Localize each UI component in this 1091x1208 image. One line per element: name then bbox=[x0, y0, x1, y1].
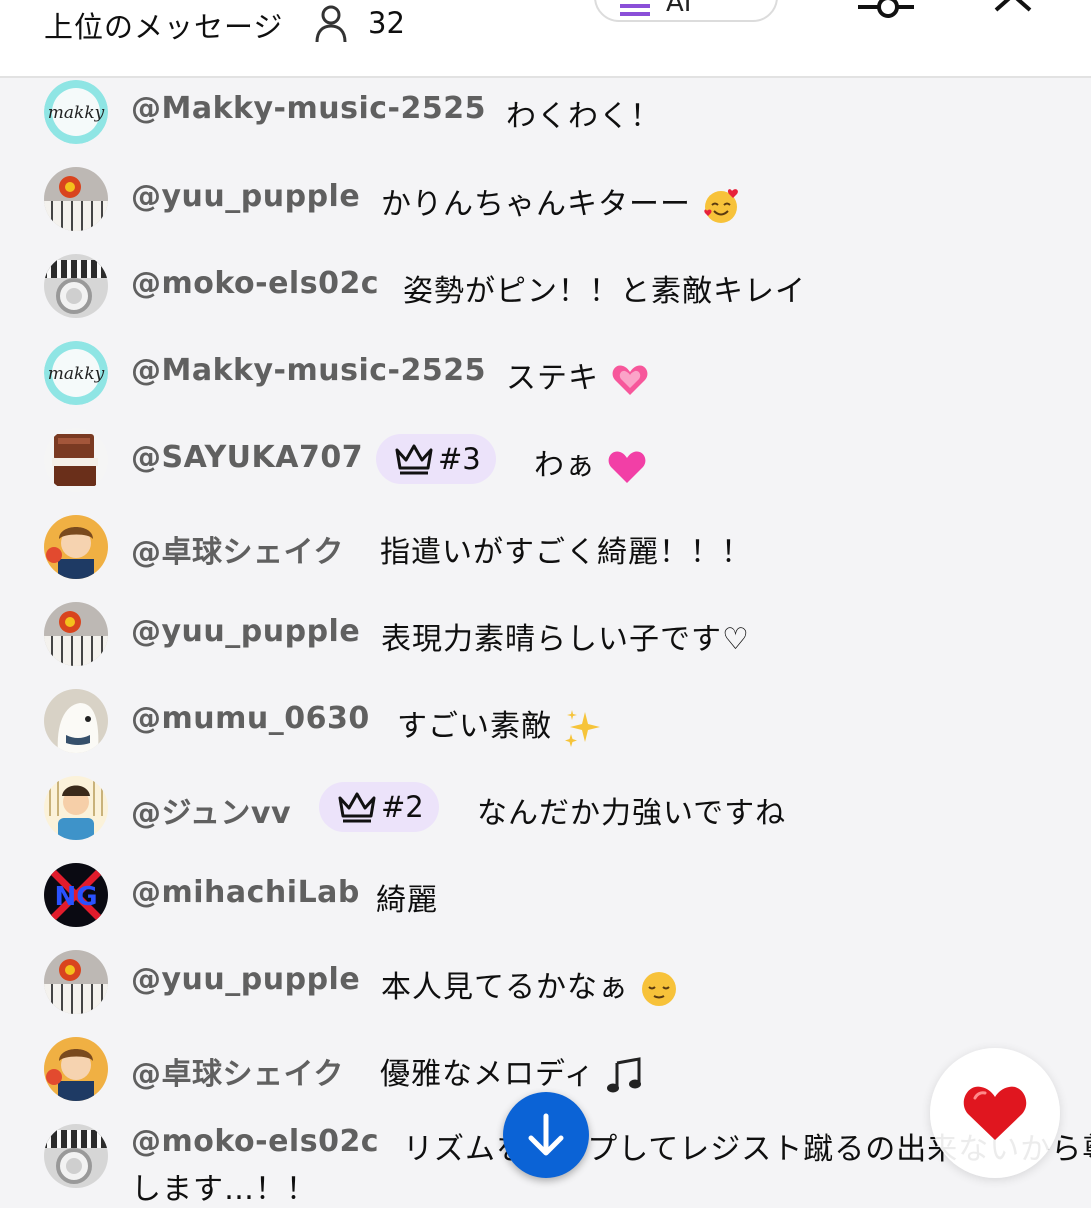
svg-text:makky: makky bbox=[48, 103, 105, 123]
avatar[interactable] bbox=[44, 254, 108, 318]
ai-lines-icon bbox=[620, 4, 650, 16]
message-text: 本人見てるかなぁ bbox=[381, 962, 678, 1008]
member-rank-badge: #2 bbox=[319, 782, 439, 832]
avatar[interactable]: makky bbox=[44, 80, 108, 144]
message-author[interactable]: @SAYUKA707 bbox=[131, 440, 363, 475]
relieved-face-icon bbox=[641, 971, 676, 1006]
message-text: ステキ bbox=[506, 353, 650, 399]
chat-message: makky @Makky-music-2525 わくわく！ bbox=[0, 80, 1091, 167]
message-author[interactable]: @mumu_0630 bbox=[131, 701, 370, 736]
message-author[interactable]: @yuu_pupple bbox=[131, 614, 360, 649]
avatar[interactable] bbox=[44, 1037, 108, 1101]
chat-message: @mumu_0630 すごい素敵 bbox=[0, 689, 1091, 776]
message-text: かりんちゃんキターー bbox=[381, 179, 740, 225]
message-author[interactable]: @ジュンvv bbox=[131, 788, 291, 832]
avatar[interactable] bbox=[44, 428, 108, 492]
growing-heart-icon bbox=[612, 364, 647, 395]
avatar[interactable] bbox=[44, 515, 108, 579]
arrow-down-icon bbox=[528, 1113, 564, 1156]
message-author[interactable]: @moko-els02c bbox=[131, 1124, 379, 1159]
message-text: 表現力素晴らしい子です♡ bbox=[381, 622, 750, 657]
pink-heart-icon bbox=[608, 450, 645, 483]
message-text: 姿勢がピン！！と素敵キレイ bbox=[403, 274, 806, 309]
person-icon bbox=[315, 5, 347, 43]
message-text-continued: します…！！ bbox=[131, 1172, 317, 1207]
avatar[interactable] bbox=[44, 689, 108, 753]
ai-summary-button[interactable]: AI bbox=[594, 0, 778, 22]
heart-reaction-button[interactable] bbox=[930, 1048, 1060, 1178]
member-rank-badge: #3 bbox=[376, 434, 496, 484]
message-text: 優雅なメロディ bbox=[380, 1049, 647, 1095]
smiling-face-with-hearts-icon bbox=[703, 188, 738, 223]
message-text: 綺麗 bbox=[376, 883, 438, 918]
ai-summary-label: AI bbox=[666, 0, 692, 18]
svg-text:NG: NG bbox=[54, 882, 97, 912]
message-author[interactable]: @Makky-music-2525 bbox=[131, 353, 486, 388]
avatar[interactable]: makky bbox=[44, 341, 108, 405]
message-author[interactable]: @moko-els02c bbox=[131, 266, 379, 301]
message-text: わぁ bbox=[534, 440, 647, 486]
chat-message: @SAYUKA707 #3 わぁ bbox=[0, 428, 1091, 515]
chat-message: @ジュンvv #2 なんだか力強いですね bbox=[0, 776, 1091, 863]
close-icon[interactable] bbox=[992, 0, 1036, 14]
message-author[interactable]: @卓球シェイク bbox=[131, 1049, 344, 1093]
message-author[interactable]: @Makky-music-2525 bbox=[131, 91, 486, 126]
musical-notes-icon bbox=[607, 1056, 642, 1092]
message-author[interactable]: @mihachiLab bbox=[131, 875, 360, 910]
crown-icon bbox=[395, 444, 433, 475]
sparkles-icon bbox=[564, 709, 600, 747]
svg-text:makky: makky bbox=[48, 364, 105, 384]
filter-icon[interactable] bbox=[856, 0, 916, 20]
chat-message: makky @Makky-music-2525 ステキ bbox=[0, 341, 1091, 428]
scroll-to-bottom-button[interactable] bbox=[503, 1092, 589, 1178]
crown-icon bbox=[338, 792, 376, 823]
chat-message: @moko-els02c 姿勢がピン！！と素敵キレイ bbox=[0, 254, 1091, 341]
avatar[interactable] bbox=[44, 602, 108, 666]
message-author[interactable]: @卓球シェイク bbox=[131, 527, 344, 571]
message-text: わくわく！ bbox=[506, 99, 661, 134]
message-text: 指遣いがすごく綺麗！！！ bbox=[380, 535, 752, 570]
chat-message: NG @mihachiLab 綺麗 bbox=[0, 863, 1091, 950]
message-text: すごい素敵 bbox=[397, 701, 603, 748]
avatar[interactable]: NG bbox=[44, 863, 108, 927]
chat-header: 上位のメッセージ 32 AI bbox=[0, 0, 1091, 78]
message-author[interactable]: @yuu_pupple bbox=[131, 962, 360, 997]
rank-label: #3 bbox=[438, 442, 481, 476]
chat-message: @yuu_pupple かりんちゃんキターー bbox=[0, 167, 1091, 254]
chat-message: @yuu_pupple 表現力素晴らしい子です♡ bbox=[0, 602, 1091, 689]
rank-label: #2 bbox=[381, 790, 424, 824]
avatar[interactable] bbox=[44, 1124, 108, 1188]
chat-message: @yuu_pupple 本人見てるかなぁ bbox=[0, 950, 1091, 1037]
chat-message: @卓球シェイク 指遣いがすごく綺麗！！！ bbox=[0, 515, 1091, 602]
avatar[interactable] bbox=[44, 776, 108, 840]
avatar[interactable] bbox=[44, 167, 108, 231]
message-text: なんだか力強いですね bbox=[477, 796, 787, 831]
message-author[interactable]: @yuu_pupple bbox=[131, 179, 360, 214]
chat-mode-title[interactable]: 上位のメッセージ bbox=[44, 4, 283, 46]
viewer-count: 32 bbox=[368, 6, 405, 40]
avatar[interactable] bbox=[44, 950, 108, 1014]
red-heart-icon bbox=[963, 1086, 1027, 1140]
